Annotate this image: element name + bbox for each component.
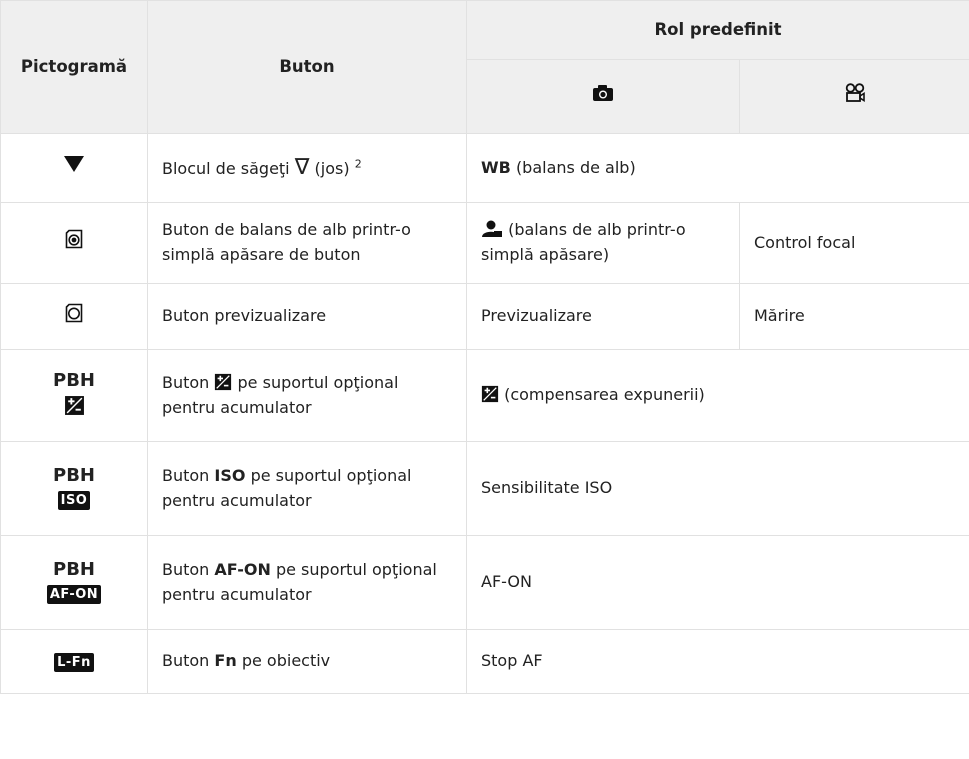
role-cell: WB (balans de alb) [465, 133, 969, 203]
row-icon-cell: PBH AF-ON [0, 535, 148, 630]
header-photo-mode [466, 59, 740, 134]
button-cell: Buton ISO pe suportul opţional pentru ac… [147, 441, 467, 536]
button-cell: Buton previzualizare [147, 283, 467, 350]
role-cell-movie: Mărire [738, 283, 969, 350]
row-icon-cell: L-Fn [0, 629, 148, 694]
button-cell: Buton Fn pe obiectiv [147, 629, 467, 694]
table-row: Blocul de săgeţi ∇ (jos) 2 WB (balans de… [0, 133, 969, 203]
row-icon-cell: PBH ISO [0, 441, 148, 536]
role-cell: AF-ON [465, 535, 969, 630]
role-cell: Sensibilitate ISO [465, 441, 969, 536]
row-icon-cell [0, 133, 148, 203]
l-fn-button-icon: L-Fn [54, 653, 94, 673]
pbh-label: PBH [53, 559, 95, 581]
row-icon-cell [0, 283, 148, 350]
header-default-role: Rol predefinit [465, 0, 969, 60]
down-triangle-icon [64, 156, 84, 173]
role-cell: (compensarea expunerii) [465, 349, 969, 442]
header-button: Buton [147, 0, 467, 134]
footnote-marker: 2 [354, 157, 362, 171]
af-on-button-icon: AF-ON [46, 584, 102, 604]
camera-icon [593, 84, 613, 101]
movie-camera-icon [845, 83, 865, 102]
table-row: Buton de balans de alb printr-o simplă a… [0, 202, 969, 284]
header-movie-mode [738, 59, 969, 134]
table-row: L-Fn Buton Fn pe obiectiv Stop AF [0, 629, 969, 694]
exposure-compensation-icon [215, 373, 232, 390]
button-cell: Buton de balans de alb printr-o simplă a… [147, 202, 467, 284]
button-cell: Buton AF-ON pe suportul opţional pentru … [147, 535, 467, 630]
table-row: PBH Buton pe suportul opţional pentru ac… [0, 349, 969, 442]
role-cell-photo: Previzualizare [466, 283, 740, 350]
exposure-compensation-icon [64, 396, 84, 416]
exposure-compensation-icon [481, 385, 499, 403]
iso-button-icon: ISO [57, 490, 91, 510]
table-row: Buton previzualizare Previzualizare Mări… [0, 283, 969, 350]
one-touch-wb-icon [482, 220, 502, 238]
button-role-table: Pictogramă Buton Rol predefinit Blocul d… [0, 0, 969, 694]
pbh-label: PBH [53, 369, 95, 391]
row-icon-cell [0, 202, 148, 284]
table-row: PBH ISO Buton ISO pe suportul opţional p… [0, 441, 969, 536]
table-row: PBH AF-ON Buton AF-ON pe suportul opţion… [0, 535, 969, 630]
header-icon: Pictogramă [0, 0, 148, 134]
button-cell: Buton pe suportul opţional pentru acumul… [147, 349, 467, 442]
pbh-label: PBH [53, 465, 95, 487]
role-cell: Stop AF [465, 629, 969, 694]
row-icon-cell: PBH [0, 349, 148, 442]
role-cell-photo: (balans de alb printr-o simplă apăsare) [466, 202, 740, 284]
button-cell: Blocul de săgeţi ∇ (jos) 2 [147, 133, 467, 203]
one-touch-wb-button-icon [65, 229, 83, 249]
down-arrow-symbol: ∇ [294, 154, 310, 180]
preview-button-icon [65, 303, 83, 322]
role-cell-movie: Control focal [738, 202, 969, 284]
